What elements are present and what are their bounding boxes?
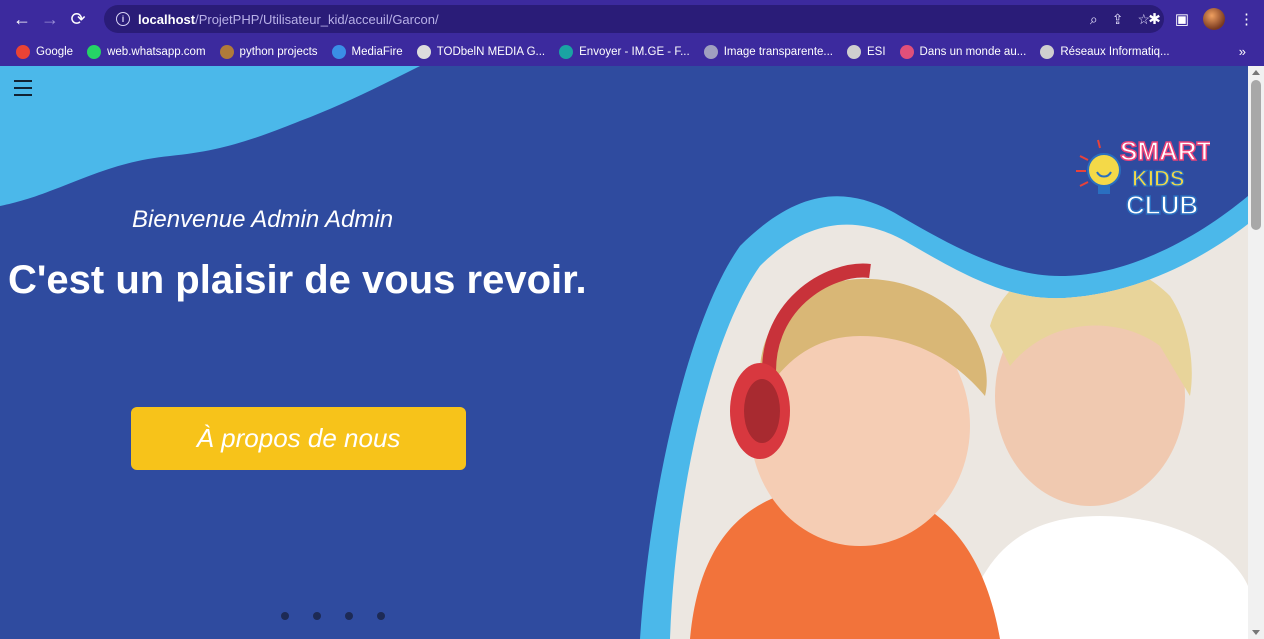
- bookmark-item[interactable]: Dans un monde au...: [899, 45, 1027, 59]
- scroll-thumb[interactable]: [1251, 80, 1261, 230]
- menu-kebab-icon[interactable]: ⋮: [1239, 10, 1254, 28]
- carousel-dot[interactable]: [281, 612, 289, 620]
- browser-toolbar: ← → ⟳ i localhost /ProjetPHP/Utilisateur…: [0, 0, 1264, 38]
- bookmark-label: Dans un monde au...: [919, 46, 1027, 58]
- bookmark-label: Envoyer - IM.GE - F...: [579, 46, 690, 58]
- hero-background: [0, 66, 1248, 639]
- welcome-text: Bienvenue Admin Admin: [132, 206, 394, 233]
- bookmark-favicon-icon: [559, 45, 574, 59]
- bookmark-favicon-icon: [219, 45, 234, 59]
- bookmark-label: Image transparente...: [723, 46, 833, 58]
- bookmark-label: web.whatsapp.com: [107, 46, 206, 58]
- bookmark-item[interactable]: ESI: [847, 45, 886, 59]
- bookmark-item[interactable]: python projects: [219, 45, 318, 59]
- bookmark-item[interactable]: web.whatsapp.com: [87, 45, 206, 59]
- bookmark-label: ESI: [867, 46, 886, 58]
- bookmark-favicon-icon: [331, 45, 346, 59]
- zoom-icon[interactable]: ⌕: [1090, 11, 1098, 28]
- bookmark-favicon-icon: [416, 45, 431, 59]
- bookmark-favicon-icon: [87, 45, 102, 59]
- bookmark-item[interactable]: Réseaux Informatiq...: [1040, 45, 1170, 59]
- bookmark-item[interactable]: Image transparente...: [703, 45, 833, 59]
- forward-arrow-icon[interactable]: →: [36, 5, 64, 33]
- carousel-dots: [281, 612, 385, 620]
- extensions-icon[interactable]: ✱: [1148, 10, 1161, 28]
- bookmark-item[interactable]: MediaFire: [331, 45, 403, 59]
- menu-hamburger-icon[interactable]: [14, 80, 32, 96]
- bookmark-favicon-icon: [703, 45, 718, 59]
- hero-section: Bienvenue Admin Admin C'est un plaisir d…: [0, 66, 1248, 639]
- page-scrollbar[interactable]: [1248, 66, 1264, 639]
- carousel-dot[interactable]: [377, 612, 385, 620]
- about-us-button[interactable]: À propos de nous: [131, 407, 466, 470]
- smart-kids-club-logo: SMART KIDS CLUB: [1076, 135, 1210, 221]
- bookmark-label: TODbelN MEDIA G...: [436, 46, 546, 58]
- carousel-dot[interactable]: [345, 612, 353, 620]
- bookmark-favicon-icon: [1040, 45, 1055, 59]
- bookmarks-bar: Google web.whatsapp.com python projects Med…: [0, 38, 1264, 66]
- address-bar[interactable]: i localhost /ProjetPHP/Utilisateur_kid/a…: [104, 5, 1164, 33]
- bookmark-label: MediaFire: [351, 46, 403, 58]
- back-arrow-icon[interactable]: ←: [8, 5, 36, 33]
- bookmark-favicon-icon: [899, 45, 914, 59]
- carousel-dot[interactable]: [313, 612, 321, 620]
- share-icon[interactable]: ⇪: [1112, 11, 1124, 28]
- bookmark-item[interactable]: TODbelN MEDIA G...: [416, 45, 546, 59]
- bookmark-favicon-icon: [16, 45, 30, 59]
- site-info-icon[interactable]: i: [116, 12, 130, 26]
- logo-line2: KIDS: [1132, 166, 1185, 191]
- profile-avatar[interactable]: [1203, 8, 1225, 30]
- more-bookmarks-button[interactable]: »: [1239, 44, 1246, 59]
- bookmark-item[interactable]: Google: [16, 45, 73, 59]
- scroll-down-arrow-icon[interactable]: [1252, 630, 1260, 635]
- logo-line3: CLUB: [1126, 190, 1198, 220]
- bookmark-label: Google: [36, 46, 74, 58]
- scroll-up-arrow-icon[interactable]: [1252, 70, 1260, 75]
- page-headline: C'est un plaisir de vous revoir.: [8, 258, 587, 302]
- bookmark-favicon-icon: [847, 45, 861, 59]
- logo-line1: SMART: [1120, 136, 1210, 166]
- url-host: localhost: [138, 11, 196, 27]
- bookmark-item[interactable]: Envoyer - IM.GE - F...: [559, 45, 690, 59]
- bookmark-label: Réseaux Informatiq...: [1060, 46, 1170, 58]
- bookmark-label: python projects: [239, 46, 318, 58]
- side-panel-icon[interactable]: ▣: [1175, 10, 1189, 28]
- url-path: /ProjetPHP/Utilisateur_kid/acceuil/Garco…: [195, 11, 439, 27]
- reload-icon[interactable]: ⟳: [64, 5, 92, 33]
